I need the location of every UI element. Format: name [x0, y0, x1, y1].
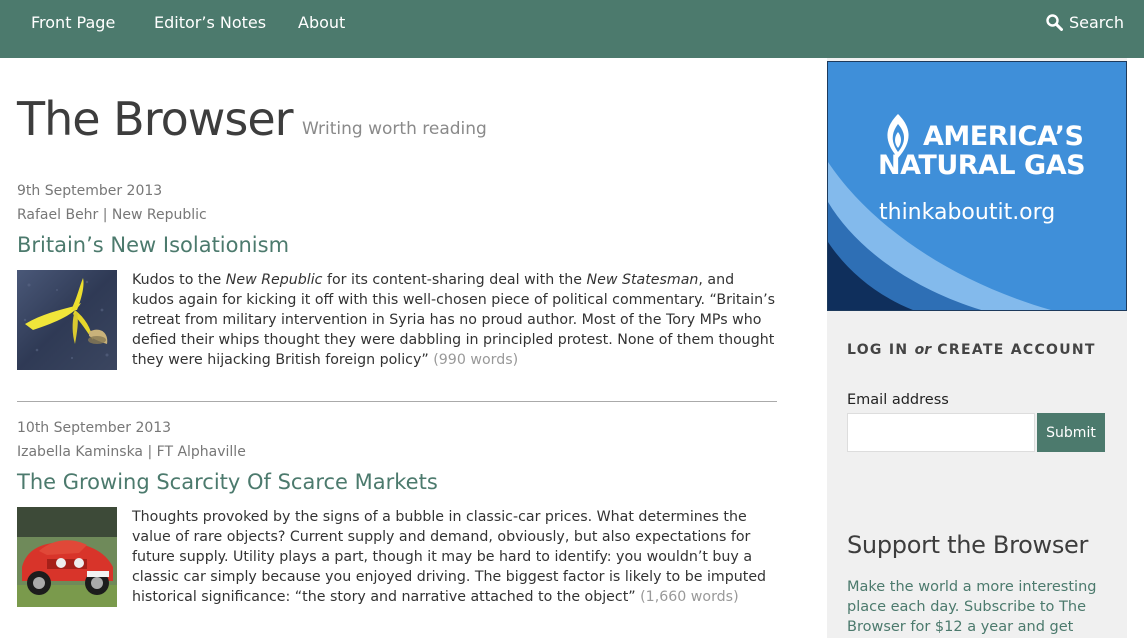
article-item: 10th September 2013 Izabella Kaminska | …: [17, 421, 777, 617]
article-title-link[interactable]: The Growing Scarcity Of Scarce Markets: [17, 469, 438, 507]
article-divider: [17, 401, 777, 402]
email-field[interactable]: [847, 413, 1035, 452]
summary-text: Kudos to the: [132, 272, 226, 288]
ad-background: [828, 62, 1126, 310]
advertisement-banner[interactable]: AMERICA’S NATURAL GAS thinkaboutit.org: [827, 61, 1127, 311]
article-summary: Kudos to the New Republic for its conten…: [132, 270, 777, 370]
search-icon: [1046, 14, 1063, 31]
search-button[interactable]: Search: [1046, 13, 1124, 32]
support-heading: Support the Browser: [847, 531, 1089, 559]
publication-name: New Statesman: [586, 272, 699, 288]
article-source: Izabella Kaminska | FT Alphaville: [17, 444, 246, 460]
login-heading-or: or: [914, 342, 932, 358]
ad-headline: AMERICA’S: [923, 121, 1084, 152]
article-item: 9th September 2013 Rafael Behr | New Rep…: [17, 184, 777, 380]
article-summary: Thoughts provoked by the signs of a bubb…: [132, 507, 777, 607]
article-title-link[interactable]: Britain’s New Isolationism: [17, 232, 289, 270]
ad-headline-line: AMERICA’S: [923, 121, 1084, 152]
submit-button[interactable]: Submit: [1037, 413, 1105, 452]
search-label: Search: [1069, 13, 1124, 32]
support-link[interactable]: Make the world a more interesting place …: [847, 577, 1097, 637]
article-source: Rafael Behr | New Republic: [17, 207, 207, 223]
banana-peel-thumbnail[interactable]: [17, 270, 117, 370]
nav-editors-notes[interactable]: Editor’s Notes: [154, 13, 266, 32]
article-date: 10th September 2013: [17, 420, 172, 436]
site-tagline: Writing worth reading: [302, 119, 487, 139]
word-count: (1,660 words): [640, 589, 739, 605]
ad-headline-line: NATURAL GAS: [878, 150, 1086, 181]
top-nav-bar: Front Page Editor’s Notes About Search: [0, 0, 1144, 58]
word-count: (990 words): [433, 352, 519, 368]
ad-headline-2: NATURAL GAS: [878, 150, 1086, 181]
email-label: Email address: [847, 392, 949, 408]
classic-car-thumbnail[interactable]: [17, 507, 117, 607]
login-heading: LOG IN or CREATE ACCOUNT: [847, 342, 1096, 358]
login-heading-part: LOG IN: [847, 342, 915, 358]
nav-front-page[interactable]: Front Page: [31, 13, 115, 32]
article-date: 9th September 2013: [17, 183, 163, 199]
publication-name: New Republic: [225, 272, 323, 288]
nav-about[interactable]: About: [298, 13, 345, 32]
ad-url: thinkaboutit.org: [879, 200, 1056, 225]
summary-text: for its content-sharing deal with the: [322, 272, 587, 288]
login-heading-part: CREATE ACCOUNT: [931, 342, 1096, 358]
site-title[interactable]: The Browser: [17, 92, 294, 146]
